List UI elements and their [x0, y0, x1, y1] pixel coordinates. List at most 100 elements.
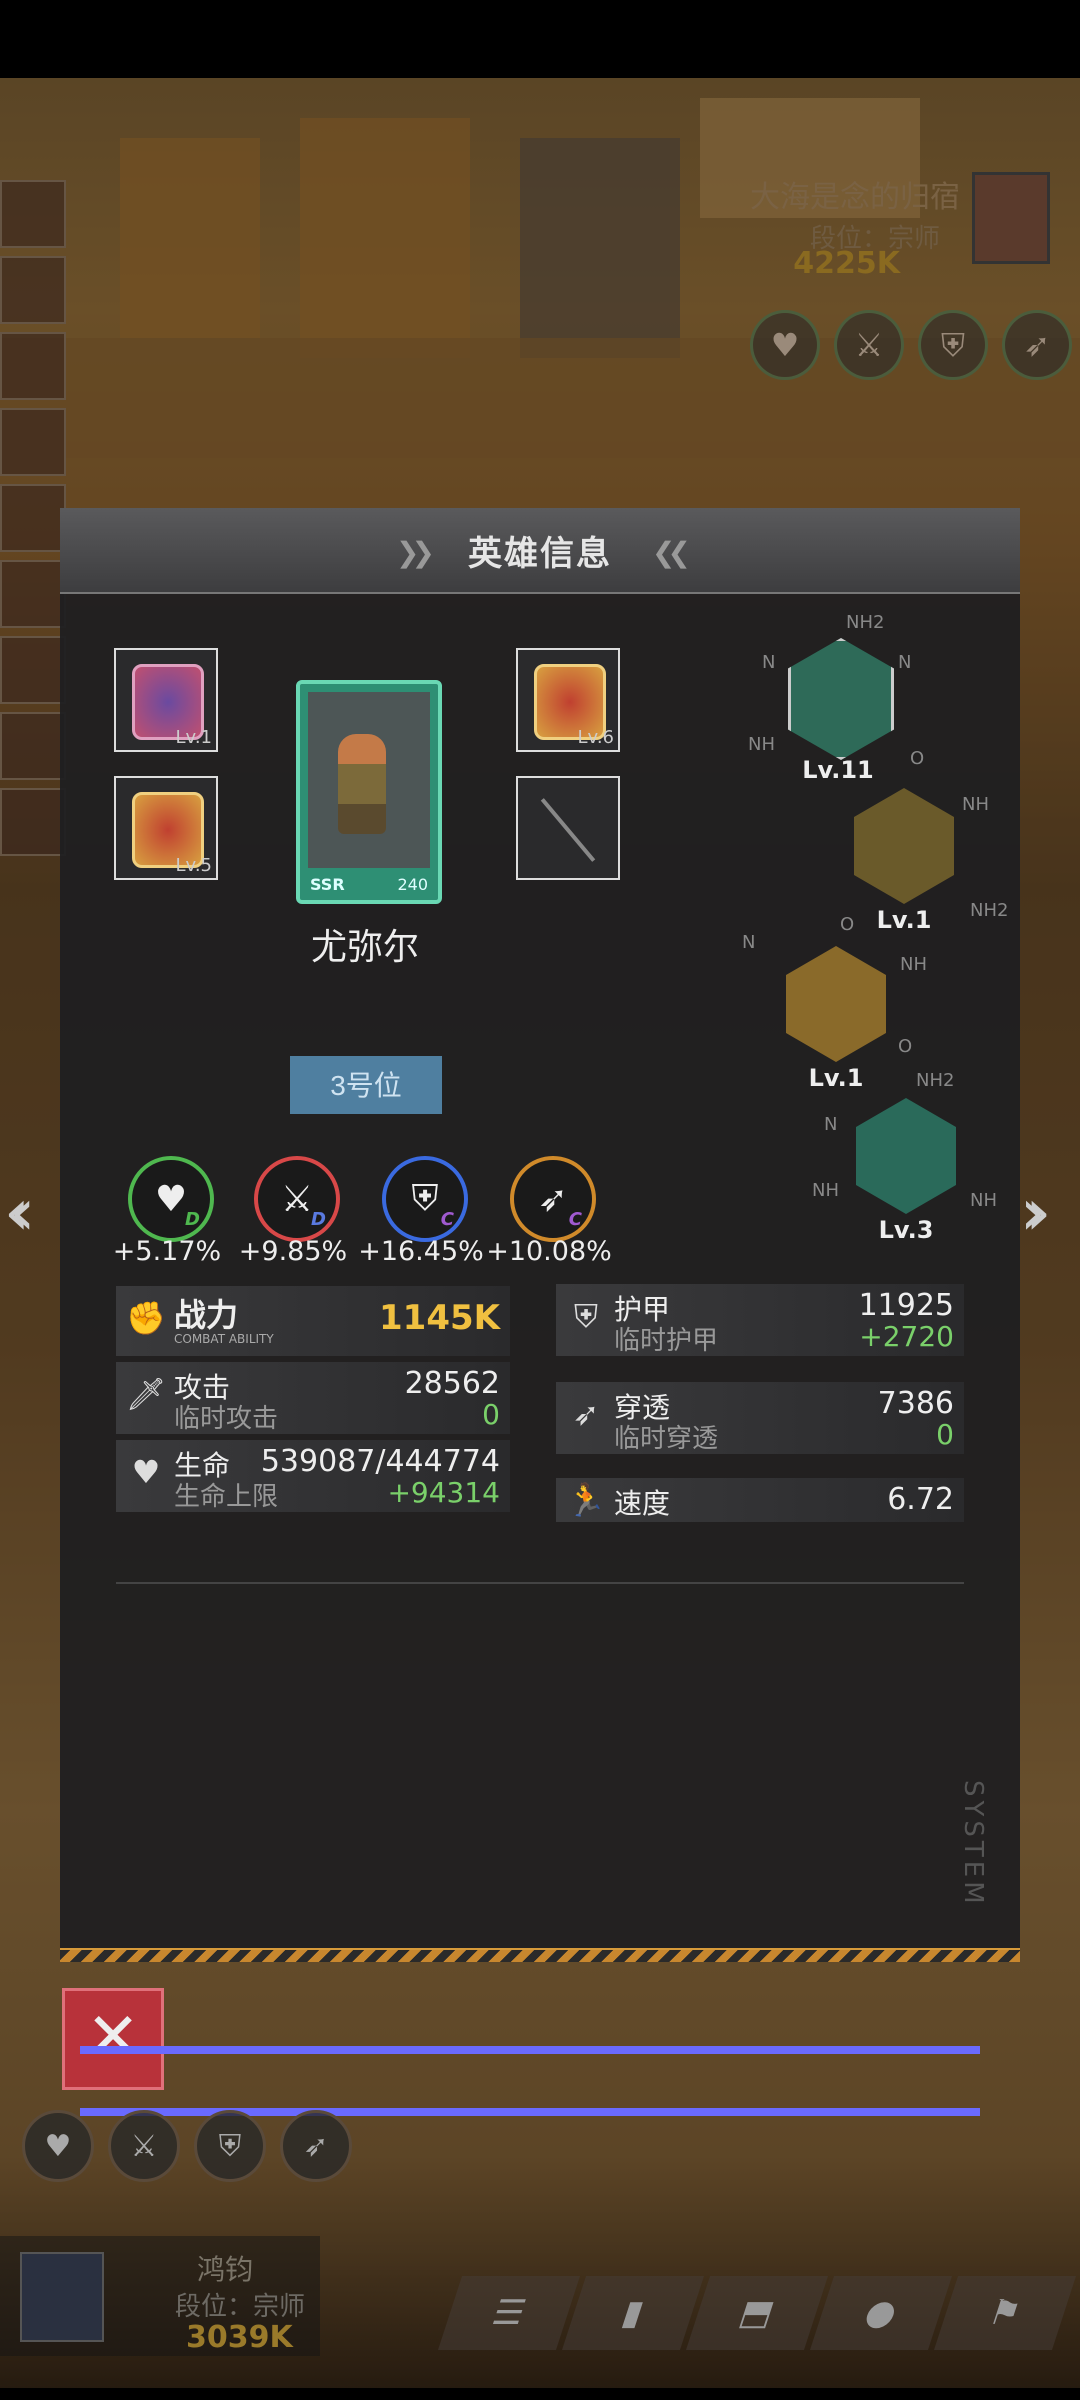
opponent-power: 4225K: [793, 246, 900, 281]
chem-label: NH2: [916, 1070, 955, 1091]
gene-node-2[interactable]: Lv.1: [846, 784, 962, 934]
team-hero-slot[interactable]: [0, 180, 66, 248]
hp-bonus-badge[interactable]: ♥ D: [128, 1156, 214, 1242]
next-hero-arrow[interactable]: ››: [1020, 1176, 1052, 1250]
item-tab-icon[interactable]: ⬒: [685, 2276, 829, 2350]
chem-label: NH2: [846, 612, 885, 633]
gene-node-3[interactable]: Lv.1: [778, 942, 894, 1092]
hero-name: 尤弥尔: [310, 927, 419, 968]
bonus-grade: D: [185, 1209, 200, 1230]
equipment-slot-1[interactable]: Lv.1: [114, 648, 218, 752]
attack-value: 28562: [404, 1366, 500, 1401]
system-watermark: SYSTEM: [958, 1780, 988, 1908]
chem-label: O: [910, 748, 925, 769]
equipment-level: Lv.5: [175, 855, 212, 876]
chem-label: NH: [748, 734, 775, 755]
temp-pierce-label: 临时穿透: [614, 1424, 719, 1454]
chem-label: N: [824, 1114, 838, 1135]
speed-stat: 🏃 速度 6.72: [556, 1478, 964, 1522]
spear-icon: ➶: [280, 2110, 352, 2182]
temp-attack-value: 0: [482, 1398, 500, 1431]
shield-icon: ⛨: [918, 310, 988, 380]
sword-icon: 🗡: [125, 1375, 167, 1413]
hp-stat: ♥ 生命 生命上限 539087/444774 +94314: [116, 1440, 510, 1512]
shield-icon: ⛨: [573, 1297, 598, 1335]
equipment-slot-2[interactable]: Lv.5: [114, 776, 218, 880]
chevron-left-icon: ❮❮: [652, 536, 691, 569]
speed-label: 速度: [614, 1487, 671, 1520]
speed-value: 6.72: [887, 1482, 954, 1517]
team-tab-icon[interactable]: ☰: [437, 2276, 581, 2350]
gene-level: Lv.11: [802, 756, 874, 784]
gene-level: Lv.3: [878, 1216, 934, 1244]
pierce-bonus-badge[interactable]: ➶ C: [510, 1156, 596, 1242]
gene-node-4[interactable]: Lv.3: [848, 1094, 964, 1244]
temp-armor-value: +2720: [859, 1320, 954, 1353]
equipment-level: Lv.6: [577, 727, 614, 748]
chem-label: NH: [900, 954, 927, 975]
attack-stat: 🗡 攻击 临时攻击 28562 0: [116, 1362, 510, 1434]
chem-label: NH: [970, 1190, 997, 1211]
player-power: 3039K: [186, 2320, 293, 2355]
combat-sublabel: COMBAT ABILITY: [174, 1332, 274, 1346]
spear-icon: ➶: [1002, 310, 1072, 380]
temp-armor-label: 临时护甲: [614, 1326, 719, 1356]
bottom-tab-bar: ☰ ▮ ⬒ ● ⚑: [437, 2276, 1077, 2350]
pierce-bonus-value: +10.08%: [486, 1236, 612, 1267]
combat-label: 战力: [174, 1296, 239, 1334]
hero-card-level: 240: [397, 875, 428, 894]
equipment-level: Lv.1: [175, 727, 212, 748]
chem-label: N: [898, 652, 912, 673]
stats-tab-icon[interactable]: ▮: [561, 2276, 705, 2350]
bonus-grade: C: [568, 1209, 582, 1230]
chem-label: NH: [812, 1180, 839, 1201]
panel-title: 英雄信息: [468, 534, 612, 574]
player-name: 鸿钧: [196, 2253, 253, 2286]
close-button[interactable]: ✕: [62, 1988, 164, 2090]
armor-bonus-value: +16.45%: [358, 1236, 484, 1267]
opponent-avatar[interactable]: [972, 172, 1050, 264]
chem-label: O: [898, 1036, 913, 1057]
panel-divider: [116, 1582, 964, 1584]
previous-hero-arrow[interactable]: ‹‹: [4, 1176, 36, 1250]
position-button[interactable]: 3号位: [290, 1056, 442, 1114]
equipment-slot-3[interactable]: Lv.6: [516, 648, 620, 752]
armor-bonus-badge[interactable]: ⛨ C: [382, 1156, 468, 1242]
attack-bonus-badge[interactable]: ⚔ D: [254, 1156, 340, 1242]
max-hp-bonus-value: +94314: [387, 1476, 500, 1509]
player-avatar[interactable]: [20, 2252, 104, 2342]
team-hero-slot[interactable]: [0, 256, 66, 324]
team-hero-slot[interactable]: [0, 332, 66, 400]
temp-pierce-value: 0: [936, 1418, 954, 1451]
hp-bonus-value: +5.17%: [112, 1236, 222, 1267]
team-hero-slot[interactable]: [0, 560, 66, 628]
team-hero-slot[interactable]: [0, 636, 66, 704]
fist-icon: ✊: [126, 1299, 166, 1337]
sword-icon: ⚔: [834, 310, 904, 380]
chem-label: N: [742, 932, 756, 953]
chat-tab-icon[interactable]: ●: [809, 2276, 953, 2350]
heart-icon: ♥: [131, 1453, 161, 1491]
combat-value: 1145K: [379, 1298, 500, 1338]
flag-tab-icon[interactable]: ⚑: [933, 2276, 1077, 2350]
team-hero-slot[interactable]: [0, 712, 66, 780]
temp-attack-label: 临时攻击: [174, 1404, 279, 1434]
chem-label: NH: [962, 794, 989, 815]
gene-level: Lv.1: [808, 1064, 864, 1092]
gene-node-1[interactable]: Lv.11: [780, 634, 896, 784]
hero-rarity: SSR: [310, 875, 345, 894]
armor-value: 11925: [858, 1288, 954, 1323]
shield-icon: ⛨: [194, 2110, 266, 2182]
team-hero-slot[interactable]: [0, 408, 66, 476]
bonus-grade: D: [311, 1209, 326, 1230]
player-bonus-icons: ♥ ⚔ ⛨ ➶: [22, 2110, 352, 2182]
rail-line: [80, 2046, 980, 2054]
max-hp-label: 生命上限: [174, 1482, 279, 1512]
team-hero-slot[interactable]: [0, 484, 66, 552]
hero-card[interactable]: SSR 240: [296, 680, 442, 904]
equipment-slot-empty[interactable]: [516, 776, 620, 880]
gene-level: Lv.1: [876, 906, 932, 934]
team-hero-slot[interactable]: [0, 788, 66, 856]
chem-label: N: [762, 652, 776, 673]
bonus-grade: C: [440, 1209, 454, 1230]
